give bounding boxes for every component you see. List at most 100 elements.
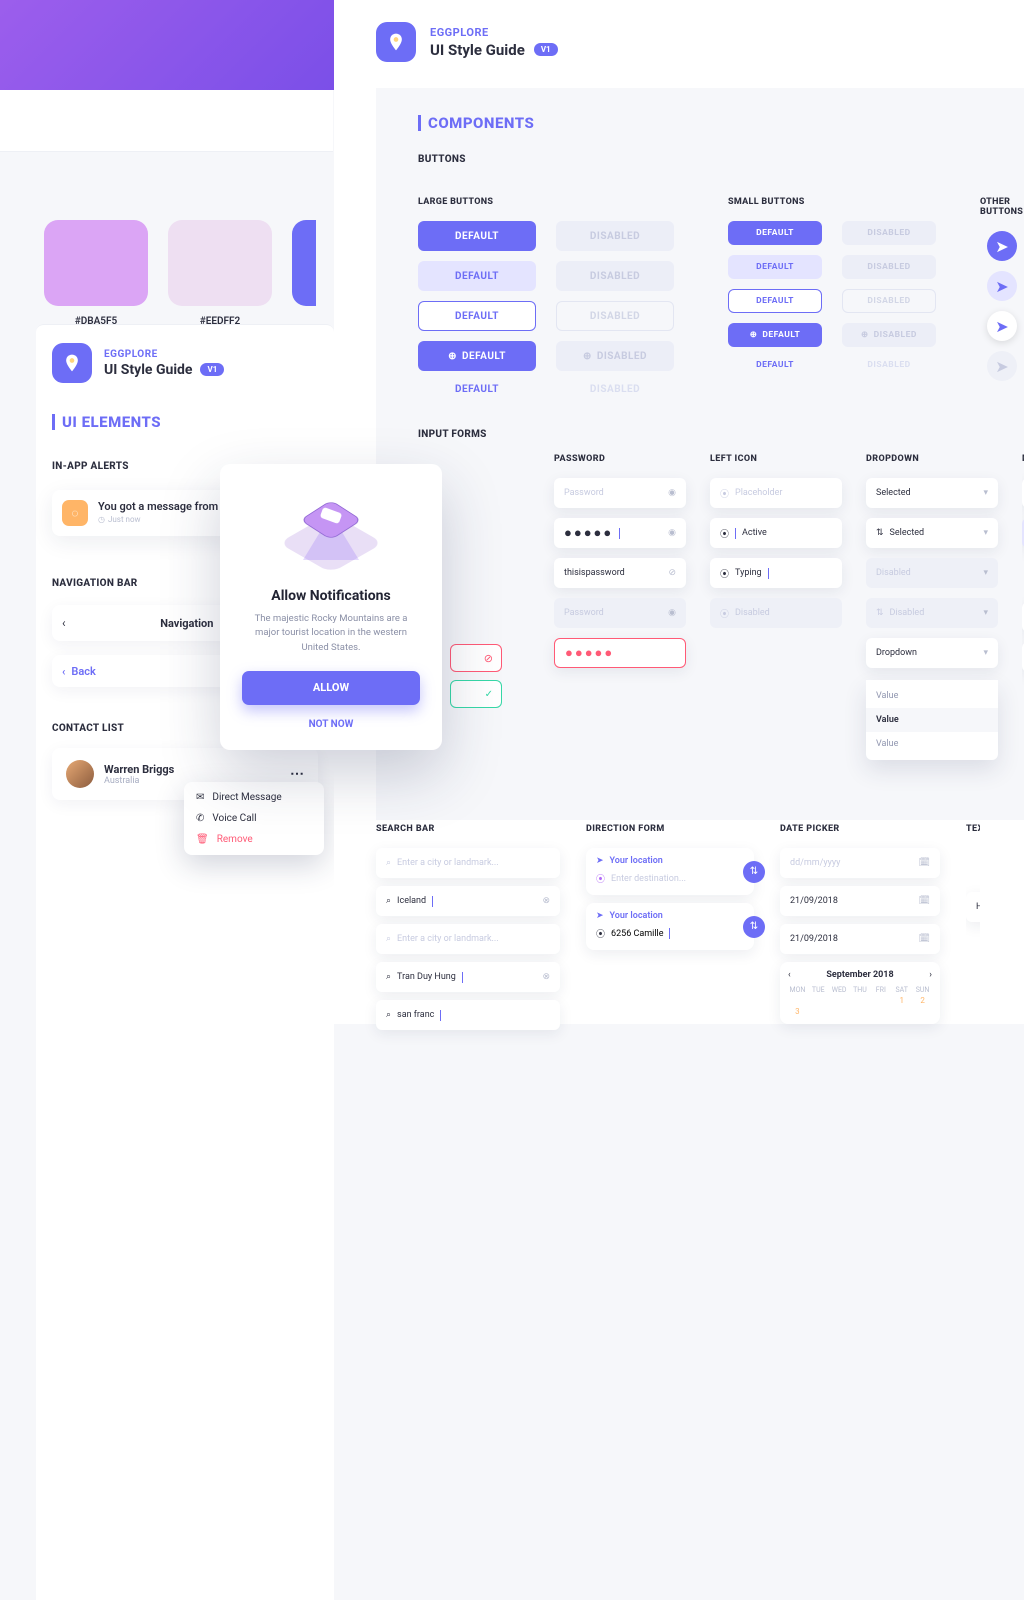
calendar-icon[interactable]: 🗓 bbox=[919, 896, 930, 906]
password-active[interactable]: ●●●●●◉ bbox=[554, 518, 686, 548]
cursor bbox=[440, 1010, 441, 1021]
calendar-icon[interactable]: 🗓 bbox=[919, 858, 930, 868]
sliders-icon: ⇅ bbox=[876, 528, 884, 538]
date-value-1[interactable]: 21/09/2018🗓 bbox=[780, 886, 940, 916]
dropdown-item[interactable]: Value bbox=[866, 732, 998, 756]
password-placeholder[interactable]: Password◉ bbox=[554, 478, 686, 508]
eye-icon[interactable]: ◉ bbox=[668, 488, 676, 498]
not-now-button[interactable]: NOT NOW bbox=[242, 719, 420, 730]
calendar[interactable]: ‹ September 2018 › MONTUEWEDTHUFRISATSUN… bbox=[780, 962, 940, 1024]
dropdown-item-selected[interactable]: Value bbox=[866, 708, 998, 732]
title-row: UI Style Guide V1 bbox=[104, 362, 224, 378]
d[interactable]: 2 bbox=[913, 996, 932, 1005]
components-area: COMPONENTS BUTTONS LARGE BUTTONS DEFAULT… bbox=[376, 88, 1024, 820]
d[interactable] bbox=[809, 996, 828, 1005]
button-small-default-icon[interactable]: ⊕DEFAULT bbox=[728, 323, 822, 347]
lefticon-typing[interactable]: ⦿Typing bbox=[710, 558, 842, 588]
swap-icon[interactable]: ⇅ bbox=[743, 916, 765, 938]
button-small-default-solid[interactable]: DEFAULT bbox=[728, 221, 822, 245]
password-visible[interactable]: thisispassword⊘ bbox=[554, 558, 686, 588]
password-col: PASSWORD Password◉ ●●●●●◉ thisispassword… bbox=[554, 454, 686, 760]
d[interactable] bbox=[851, 996, 870, 1005]
search-active-2[interactable]: ⌕Tran Duy Hung⊗ bbox=[376, 962, 560, 992]
button-small-default-soft[interactable]: DEFAULT bbox=[728, 255, 822, 279]
eye-icon[interactable]: ◉ bbox=[668, 528, 676, 538]
contact-item[interactable]: Warren Briggs Australia ⋯ ✉Direct Messag… bbox=[52, 748, 318, 800]
button-default-solid[interactable]: DEFAULT bbox=[418, 221, 536, 251]
error-icon: ⊘ bbox=[484, 652, 493, 665]
search-active-1[interactable]: ⌕Iceland⊗ bbox=[376, 886, 560, 916]
pin-icon: ⦿ bbox=[596, 927, 605, 940]
dir-to-2[interactable]: ⦿ 6256 Camille bbox=[596, 927, 744, 940]
wd: MON bbox=[788, 986, 807, 994]
chevron-left-icon[interactable]: ‹ bbox=[788, 970, 791, 980]
clear-icon[interactable]: ⊗ bbox=[542, 972, 550, 982]
field-error-fragment[interactable]: ⊘ bbox=[450, 644, 502, 672]
modal-title: Allow Notifications bbox=[242, 588, 420, 604]
small-disabled-col: DISABLED DISABLED DISABLED ⊕DISABLED DIS… bbox=[842, 221, 936, 373]
more-icon[interactable]: ⋯ bbox=[290, 766, 304, 782]
date-value-2[interactable]: 21/09/2018🗓 bbox=[780, 924, 940, 954]
d[interactable]: 3 bbox=[788, 1007, 807, 1016]
d[interactable] bbox=[871, 996, 890, 1005]
chevron-right-icon[interactable]: › bbox=[929, 970, 932, 980]
date-placeholder[interactable]: dd/mm/yyyy🗓 bbox=[780, 848, 940, 878]
dir-from[interactable]: ➤Your location bbox=[596, 856, 744, 866]
field-success-fragment[interactable]: ✓ bbox=[450, 680, 502, 708]
button-disabled-outline: DISABLED bbox=[556, 301, 674, 331]
button-default-icon[interactable]: ⊕DEFAULT bbox=[418, 341, 536, 371]
d[interactable] bbox=[788, 996, 807, 1005]
dropdown-open[interactable]: Dropdown▾ bbox=[866, 638, 998, 668]
dir-addr: 6256 Camille bbox=[611, 929, 663, 939]
menu-call-label: Voice Call bbox=[212, 813, 256, 824]
clear-icon[interactable]: ⊗ bbox=[542, 896, 550, 906]
search-placeholder[interactable]: ⌕Enter a city or landmark... bbox=[376, 848, 560, 878]
search-placeholder-2[interactable]: ⌕Enter a city or landmark... bbox=[376, 924, 560, 954]
message-icon: ✉ bbox=[196, 792, 204, 803]
dir-yl2: Your location bbox=[610, 911, 663, 921]
calendar-icon[interactable]: 🗓 bbox=[919, 934, 930, 944]
icon-button-outline[interactable]: ➤ bbox=[987, 311, 1017, 341]
dropdown-disabled-2: ⇅Disabled▾ bbox=[866, 598, 998, 628]
eye-off-icon[interactable]: ⊘ bbox=[668, 568, 676, 578]
menu-dm[interactable]: ✉Direct Message bbox=[196, 792, 312, 803]
dropdown-icon-selected[interactable]: ⇅Selected▾ bbox=[866, 518, 998, 548]
button-default-outline[interactable]: DEFAULT bbox=[418, 301, 536, 331]
direction-box-1[interactable]: ➤Your location ⦿Enter destination... ⇅ bbox=[586, 848, 754, 895]
dd-selected-text: Selected bbox=[876, 488, 911, 498]
text-col-fragment: TEXT He bbox=[966, 824, 980, 1030]
d[interactable] bbox=[830, 996, 849, 1005]
text-field-frag[interactable]: He bbox=[966, 892, 980, 922]
pin-icon: ⦿ bbox=[720, 567, 729, 580]
d[interactable]: 1 bbox=[892, 996, 911, 1005]
card-header: EGGPLORE UI Style Guide V1 bbox=[52, 343, 318, 383]
dropdown-selected[interactable]: Selected▾ bbox=[866, 478, 998, 508]
button-default-text[interactable]: DEFAULT bbox=[418, 381, 536, 397]
menu-call[interactable]: ✆Voice Call bbox=[196, 813, 312, 824]
icon-button-solid[interactable]: ➤ bbox=[987, 231, 1017, 261]
back-label: Back bbox=[71, 665, 95, 678]
button-default-soft[interactable]: DEFAULT bbox=[418, 261, 536, 291]
dir-yl: Your location bbox=[610, 856, 663, 866]
direction-box-2[interactable]: ➤Your location ⦿6256 Camille ⇅ bbox=[586, 903, 754, 950]
lefticon-placeholder[interactable]: ⦿Placeholder bbox=[710, 478, 842, 508]
password-error[interactable]: ●●●●● bbox=[554, 638, 686, 668]
clock-icon: ◷ bbox=[98, 515, 105, 524]
swap-icon[interactable]: ⇅ bbox=[743, 861, 765, 883]
dir-from-2[interactable]: ➤Your location bbox=[596, 911, 744, 921]
dd-dis2-text: Disabled bbox=[890, 608, 925, 618]
icon-button-soft[interactable]: ➤ bbox=[987, 271, 1017, 301]
dir-to[interactable]: ⦿Enter destination... bbox=[596, 872, 744, 885]
dropdown-item[interactable]: Value bbox=[866, 684, 998, 708]
pwd-err-dots: ●●●●● bbox=[565, 645, 614, 661]
cursor bbox=[462, 972, 463, 983]
lefticon-active[interactable]: ⦿Active bbox=[710, 518, 842, 548]
button-small-default-outline[interactable]: DEFAULT bbox=[728, 289, 822, 313]
menu-remove[interactable]: 🗑Remove bbox=[196, 834, 312, 845]
color-swatch bbox=[44, 220, 148, 306]
cal-days: 12 3 bbox=[788, 996, 932, 1016]
button-small-default-text[interactable]: DEFAULT bbox=[728, 357, 822, 373]
search-icon: ⌕ bbox=[386, 1010, 391, 1020]
allow-button[interactable]: ALLOW bbox=[242, 671, 420, 705]
search-active-3[interactable]: ⌕san franc bbox=[376, 1000, 560, 1030]
